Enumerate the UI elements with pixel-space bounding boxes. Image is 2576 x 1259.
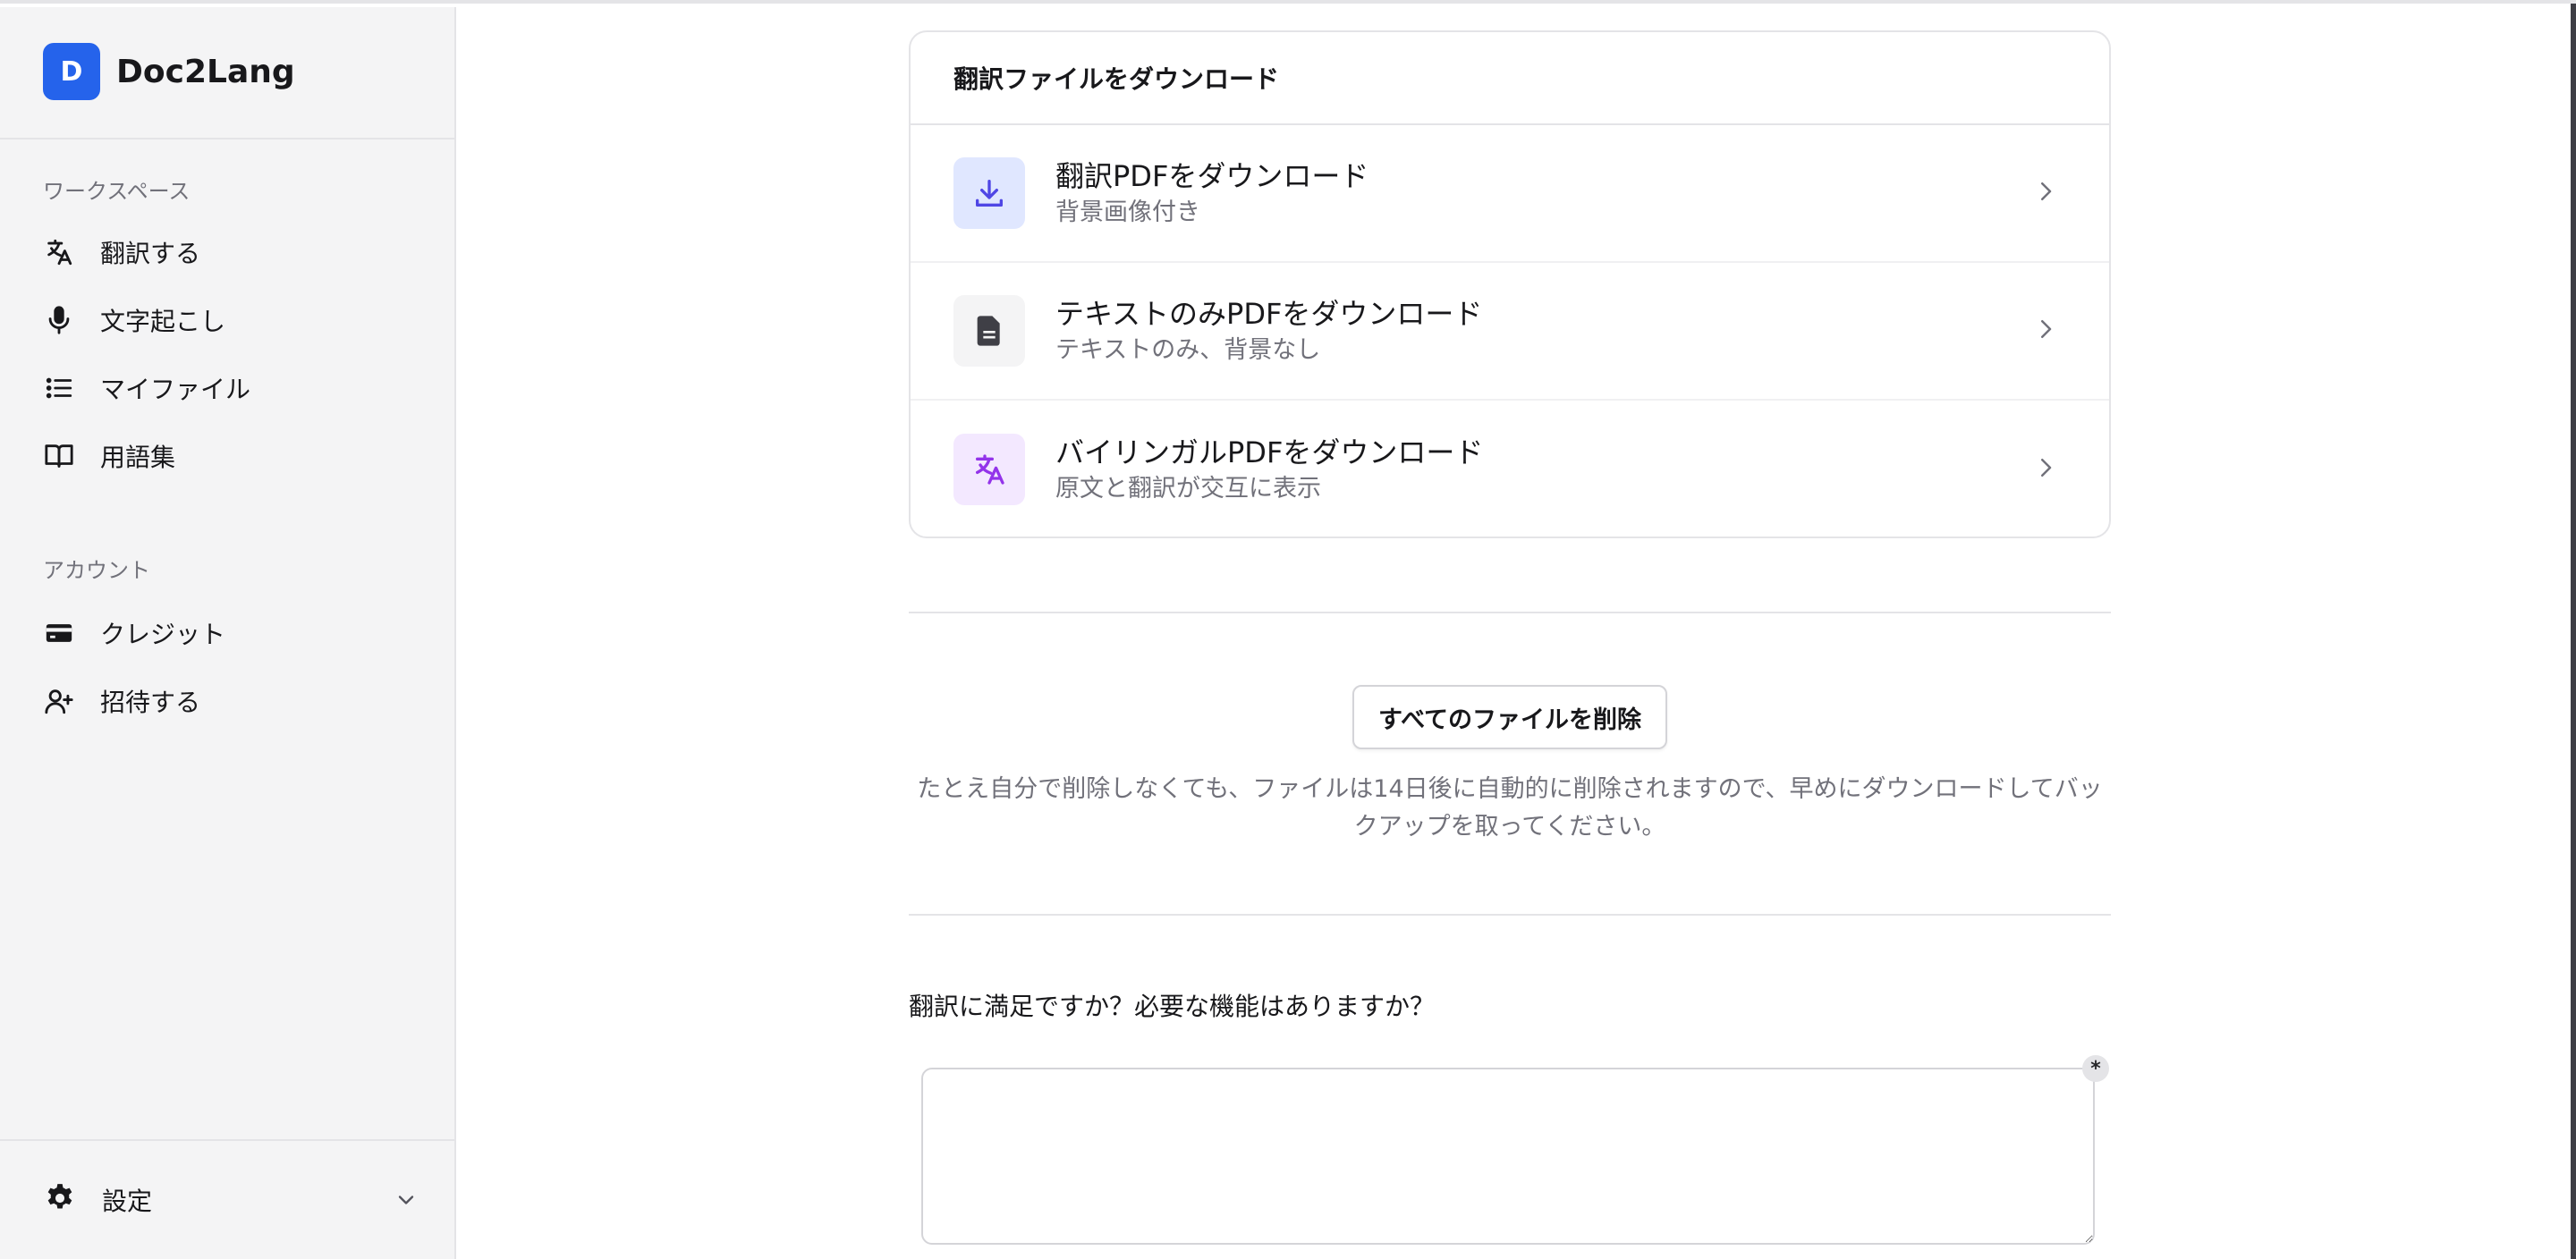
- sidebar-item-label: クレジット: [100, 620, 226, 649]
- sidebar-item-credits[interactable]: クレジット: [43, 606, 419, 660]
- brand-name: Doc2Lang: [116, 53, 295, 90]
- sidebar-item-label: 用語集: [100, 443, 176, 472]
- workspace-section-label: ワークスペース: [43, 179, 191, 204]
- download-title: テキストのみPDFをダウンロード: [1055, 297, 1483, 331]
- app-window: D Doc2Lang ワークスペース 翻訳する 文字起こし マイファイル 用語集…: [0, 0, 2576, 1259]
- section-divider: [909, 914, 2111, 916]
- sidebar-item-invite[interactable]: 招待する: [43, 674, 419, 728]
- delete-all-files-button[interactable]: すべてのファイルを削除: [1352, 685, 1667, 749]
- sidebar-divider: [0, 138, 454, 139]
- chevron-right-icon: [2032, 454, 2059, 485]
- document-icon: [953, 295, 1025, 367]
- settings-label: 設定: [102, 1187, 153, 1216]
- download-bilingual-pdf[interactable]: バイリンガルPDFをダウンロード 原文と翻訳が交互に表示: [911, 401, 2109, 537]
- translate-icon: [43, 236, 75, 268]
- retention-notice: たとえ自分で削除しなくても、ファイルは14日後に自動的に削除されますので、早めに…: [917, 775, 2103, 841]
- download-text-only-pdf[interactable]: テキストのみPDFをダウンロード テキストのみ、背景なし: [911, 263, 2109, 401]
- download-card-title: 翻訳ファイルをダウンロード: [953, 64, 1280, 94]
- chevron-right-icon: [2032, 178, 2059, 208]
- sidebar-item-translate[interactable]: 翻訳する: [43, 225, 419, 279]
- download-text: バイリンガルPDFをダウンロード 原文と翻訳が交互に表示: [1055, 433, 2032, 506]
- sidebar-item-label: 招待する: [100, 688, 201, 717]
- gear-icon: [43, 1181, 77, 1219]
- account-section-label: アカウント: [43, 558, 150, 583]
- chevron-down-icon: [394, 1187, 419, 1213]
- download-subtitle: テキストのみ、背景なし: [1055, 336, 1321, 364]
- window-edge: [2571, 4, 2576, 1259]
- sidebar-footer-divider: [0, 1139, 454, 1141]
- sidebar-item-glossary[interactable]: 用語集: [43, 429, 419, 483]
- feedback-question: 翻訳に満足ですか？必要な機能はありますか？: [909, 992, 1436, 1021]
- brand-logo: D: [43, 43, 100, 100]
- sidebar-item-my-files[interactable]: マイファイル: [43, 361, 419, 415]
- section-divider: [909, 612, 2111, 613]
- sidebar: D Doc2Lang ワークスペース 翻訳する 文字起こし マイファイル 用語集…: [0, 7, 456, 1259]
- list-icon: [43, 372, 75, 404]
- feedback-textarea[interactable]: [921, 1068, 2095, 1245]
- download-icon: [953, 157, 1025, 229]
- download-title: バイリンガルPDFをダウンロード: [1055, 435, 1484, 469]
- download-text: テキストのみPDFをダウンロード テキストのみ、背景なし: [1055, 294, 2032, 368]
- download-text: 翻訳PDFをダウンロード 背景画像付き: [1055, 156, 2032, 230]
- user-plus-icon: [43, 685, 75, 717]
- sidebar-item-label: マイファイル: [100, 375, 251, 404]
- download-subtitle: 背景画像付き: [1055, 199, 1200, 226]
- sidebar-item-label: 文字起こし: [100, 307, 226, 336]
- brand[interactable]: D Doc2Lang: [43, 43, 295, 100]
- download-title: 翻訳PDFをダウンロード: [1055, 159, 1369, 193]
- credit-card-icon: [43, 617, 75, 649]
- download-card-header: 翻訳ファイルをダウンロード: [911, 32, 2109, 125]
- microphone-icon: [43, 304, 75, 336]
- translate-icon: [953, 434, 1025, 505]
- download-card: 翻訳ファイルをダウンロード 翻訳PDFをダウンロード 背景画像付き テキストのみ…: [909, 30, 2111, 538]
- main-content: 翻訳ファイルをダウンロード 翻訳PDFをダウンロード 背景画像付き テキストのみ…: [458, 7, 2576, 1259]
- sidebar-item-label: 翻訳する: [100, 239, 201, 268]
- chevron-right-icon: [2032, 316, 2059, 346]
- book-icon: [43, 440, 75, 472]
- required-indicator: *: [2082, 1055, 2109, 1082]
- sidebar-item-transcribe[interactable]: 文字起こし: [43, 293, 419, 347]
- settings-menu[interactable]: 設定: [43, 1173, 419, 1227]
- download-subtitle: 原文と翻訳が交互に表示: [1055, 475, 1321, 503]
- download-translated-pdf[interactable]: 翻訳PDFをダウンロード 背景画像付き: [911, 125, 2109, 263]
